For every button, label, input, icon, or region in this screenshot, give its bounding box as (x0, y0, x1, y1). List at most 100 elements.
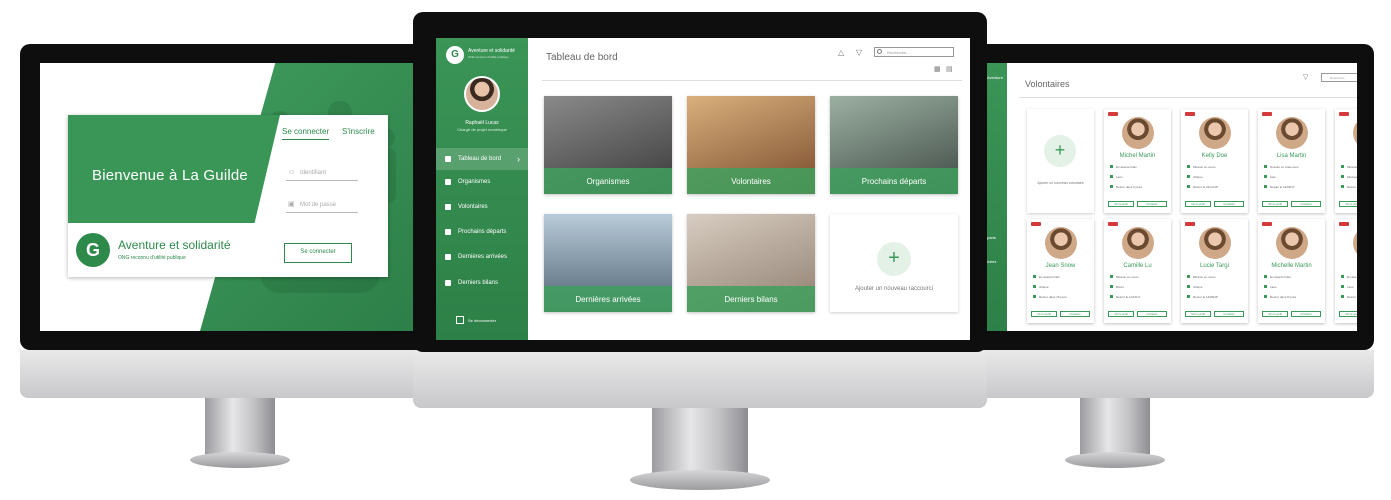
sidebar-item-arrivees[interactable]: Dernières arrivées (436, 246, 528, 268)
view-profile-button[interactable]: Voir le profil (1108, 311, 1134, 317)
welcome-banner: Bienvenue à La Guilde (68, 115, 280, 223)
shortcut-tile-organismes[interactable]: Organismes (544, 96, 672, 194)
dashboard-screen: G Aventure et solidarité ONG reconnu d'u… (436, 38, 970, 340)
sidebar-item-departs[interactable]: Prochains départs (436, 221, 528, 243)
contact-button[interactable]: Contacter (1214, 311, 1244, 317)
view-profile-button[interactable]: Voir le profil (1339, 201, 1357, 207)
volunteer-card[interactable]: Michelle Martin En attente bilan Laos Retou… (1258, 219, 1325, 323)
org-logo-icon (1031, 222, 1041, 226)
volunteer-card[interactable]: Jean Snow En attente bilan Afrique Retour d… (1027, 219, 1094, 323)
view-profile-button[interactable]: Voir le profil (1262, 201, 1288, 207)
view-profile-button[interactable]: Voir le profil (1108, 201, 1134, 207)
logout-button[interactable]: Se déconnecter (468, 318, 496, 323)
volunteer-status: Mission (1341, 165, 1357, 169)
sidebar-label[interactable]: parts (987, 235, 996, 240)
password-placeholder: Mot de passe (300, 202, 337, 208)
shortcut-tile-volontaires[interactable]: Volontaires (687, 96, 815, 194)
sidebar-item-volontaires[interactable]: Volontaires (436, 196, 528, 218)
tile-label: Dernières arrivées (575, 295, 641, 304)
view-profile-button[interactable]: Voir le profil (1185, 201, 1211, 207)
chevron-right-icon: › (517, 154, 520, 164)
sidebar-item-label: Prochains départs (458, 229, 507, 235)
volunteer-status: En attente bilan (1110, 165, 1137, 169)
sidebar-item-label: Volontaires (458, 204, 488, 210)
left-monitor-stand (205, 398, 275, 458)
volunteer-card[interactable]: Lucie Targi Mission en cours Afrique Retour… (1181, 219, 1248, 323)
search-input[interactable]: Recherche... (874, 47, 954, 57)
plus-icon: + (877, 242, 911, 276)
list-view-icon[interactable]: ▤ (946, 65, 953, 73)
sidebar-item-bilans[interactable]: Derniers bilans (436, 272, 528, 294)
avatar (1276, 117, 1308, 149)
volunteer-name: Basi (1335, 153, 1357, 159)
volunteer-location: Laos (1341, 285, 1354, 289)
view-profile-button[interactable]: Voir le profil (1185, 311, 1211, 317)
sidebar-item-dashboard[interactable]: Tableau de bord › (436, 148, 528, 170)
contact-button[interactable]: Contacter (1060, 311, 1090, 317)
contact-button[interactable]: Contacter (1137, 311, 1167, 317)
tab-login[interactable]: Se connecter (282, 127, 330, 140)
view-profile-button[interactable]: Voir le profil (1262, 311, 1288, 317)
grid-icon (445, 156, 451, 162)
contact-button[interactable]: Contacter (1214, 201, 1244, 207)
filter-icon[interactable]: ▽ (1303, 73, 1308, 81)
add-volunteer-card[interactable]: + Ajouter un nouveau volontaire (1027, 109, 1094, 213)
volunteer-card[interactable]: Kelly Doe Mission en cours Afrique Retour l… (1181, 109, 1248, 213)
volunteer-card[interactable]: Camille Lu Mission en cours Brésil Retour l… (1104, 219, 1171, 323)
volunteer-location: Afrique (1033, 285, 1049, 289)
shortcut-tile-arrivees[interactable]: Dernières arrivées (544, 214, 672, 312)
org-logo-icon (1108, 112, 1118, 116)
folder-icon (445, 280, 451, 286)
login-screen: Bienvenue à La Guilde G Aventure et soli… (40, 63, 415, 331)
volunteer-date: Retour dans 6 jours (1110, 185, 1142, 189)
contact-button[interactable]: Contacter (1291, 201, 1321, 207)
header-divider (1019, 97, 1357, 98)
volunteer-date: Retour dans 8 jours (1264, 295, 1296, 299)
volunteer-location: Asie (1264, 175, 1276, 179)
sidebar-label: Aventure (987, 75, 1003, 80)
grid-view-icon[interactable]: ▦ (934, 65, 941, 73)
add-shortcut-tile[interactable]: + Ajouter un nouveau raccourci (830, 214, 958, 312)
right-monitor-chin (960, 350, 1374, 398)
shortcut-tile-bilans[interactable]: Derniers bilans (687, 214, 815, 312)
volunteer-card[interactable]: MauriEn atteLaosRetourVoir le profilCont… (1335, 219, 1357, 323)
contact-button[interactable]: Contacter (1291, 311, 1321, 317)
contact-button[interactable]: Contacter (1137, 201, 1167, 207)
center-monitor-stand (652, 408, 748, 478)
volunteer-name: Lucie Targi (1200, 263, 1229, 269)
suitcase-icon (445, 229, 451, 235)
volunteer-status: Mission en cours (1187, 275, 1216, 279)
login-card: Bienvenue à La Guilde G Aventure et soli… (68, 115, 388, 277)
notification-icon[interactable]: △ (838, 48, 844, 57)
password-field[interactable]: ▣ Mot de passe (286, 199, 358, 213)
org-logo-icon (1185, 112, 1195, 116)
volunteer-name: Kelly Doe (1201, 153, 1228, 159)
volunteer-location: Brésil (1110, 285, 1124, 289)
volunteer-date: Retour (1341, 295, 1356, 299)
volunteer-name: Lisa Martin (1276, 153, 1307, 159)
view-profile-button[interactable]: Voir le profil (1031, 311, 1057, 317)
volunteer-status: Dossier en traitement (1264, 165, 1299, 169)
org-logo-icon (1262, 112, 1272, 116)
volunteer-card[interactable]: Lisa Martin Dossier en traitement Asie Dépa… (1258, 109, 1325, 213)
dashboard-sidebar: G Aventure et solidarité ONG reconnu d'u… (436, 38, 528, 340)
sidebar-item-organismes[interactable]: Organismes (436, 171, 528, 193)
volunteer-status: En atte (1341, 275, 1357, 279)
username-field[interactable]: ☺ Identifiant (286, 167, 358, 181)
sidebar-label[interactable]: ivées (987, 259, 996, 264)
login-submit-button[interactable]: Se connecter (284, 243, 352, 263)
volunteer-card[interactable]: Michel Martin En attente bilan Laos Retour … (1104, 109, 1171, 213)
sidebar-item-label: Derniers bilans (458, 280, 499, 286)
shortcut-tile-departs[interactable]: Prochains départs (830, 96, 958, 194)
volunteer-card[interactable]: BasiMissionMexiqueRetourVoir le profilCo… (1335, 109, 1357, 213)
org-logo-icon (1339, 112, 1349, 116)
page-title: Volontaires (1025, 79, 1070, 89)
header-divider (542, 80, 962, 81)
search-input[interactable]: Recherche (1321, 73, 1357, 82)
tab-signup[interactable]: S'inscrire (342, 127, 375, 136)
left-monitor-chin (20, 350, 432, 398)
filter-icon[interactable]: ▽ (856, 48, 862, 57)
view-profile-button[interactable]: Voir le profil (1339, 311, 1357, 317)
logout-icon[interactable] (456, 316, 464, 324)
avatar[interactable] (464, 76, 500, 112)
